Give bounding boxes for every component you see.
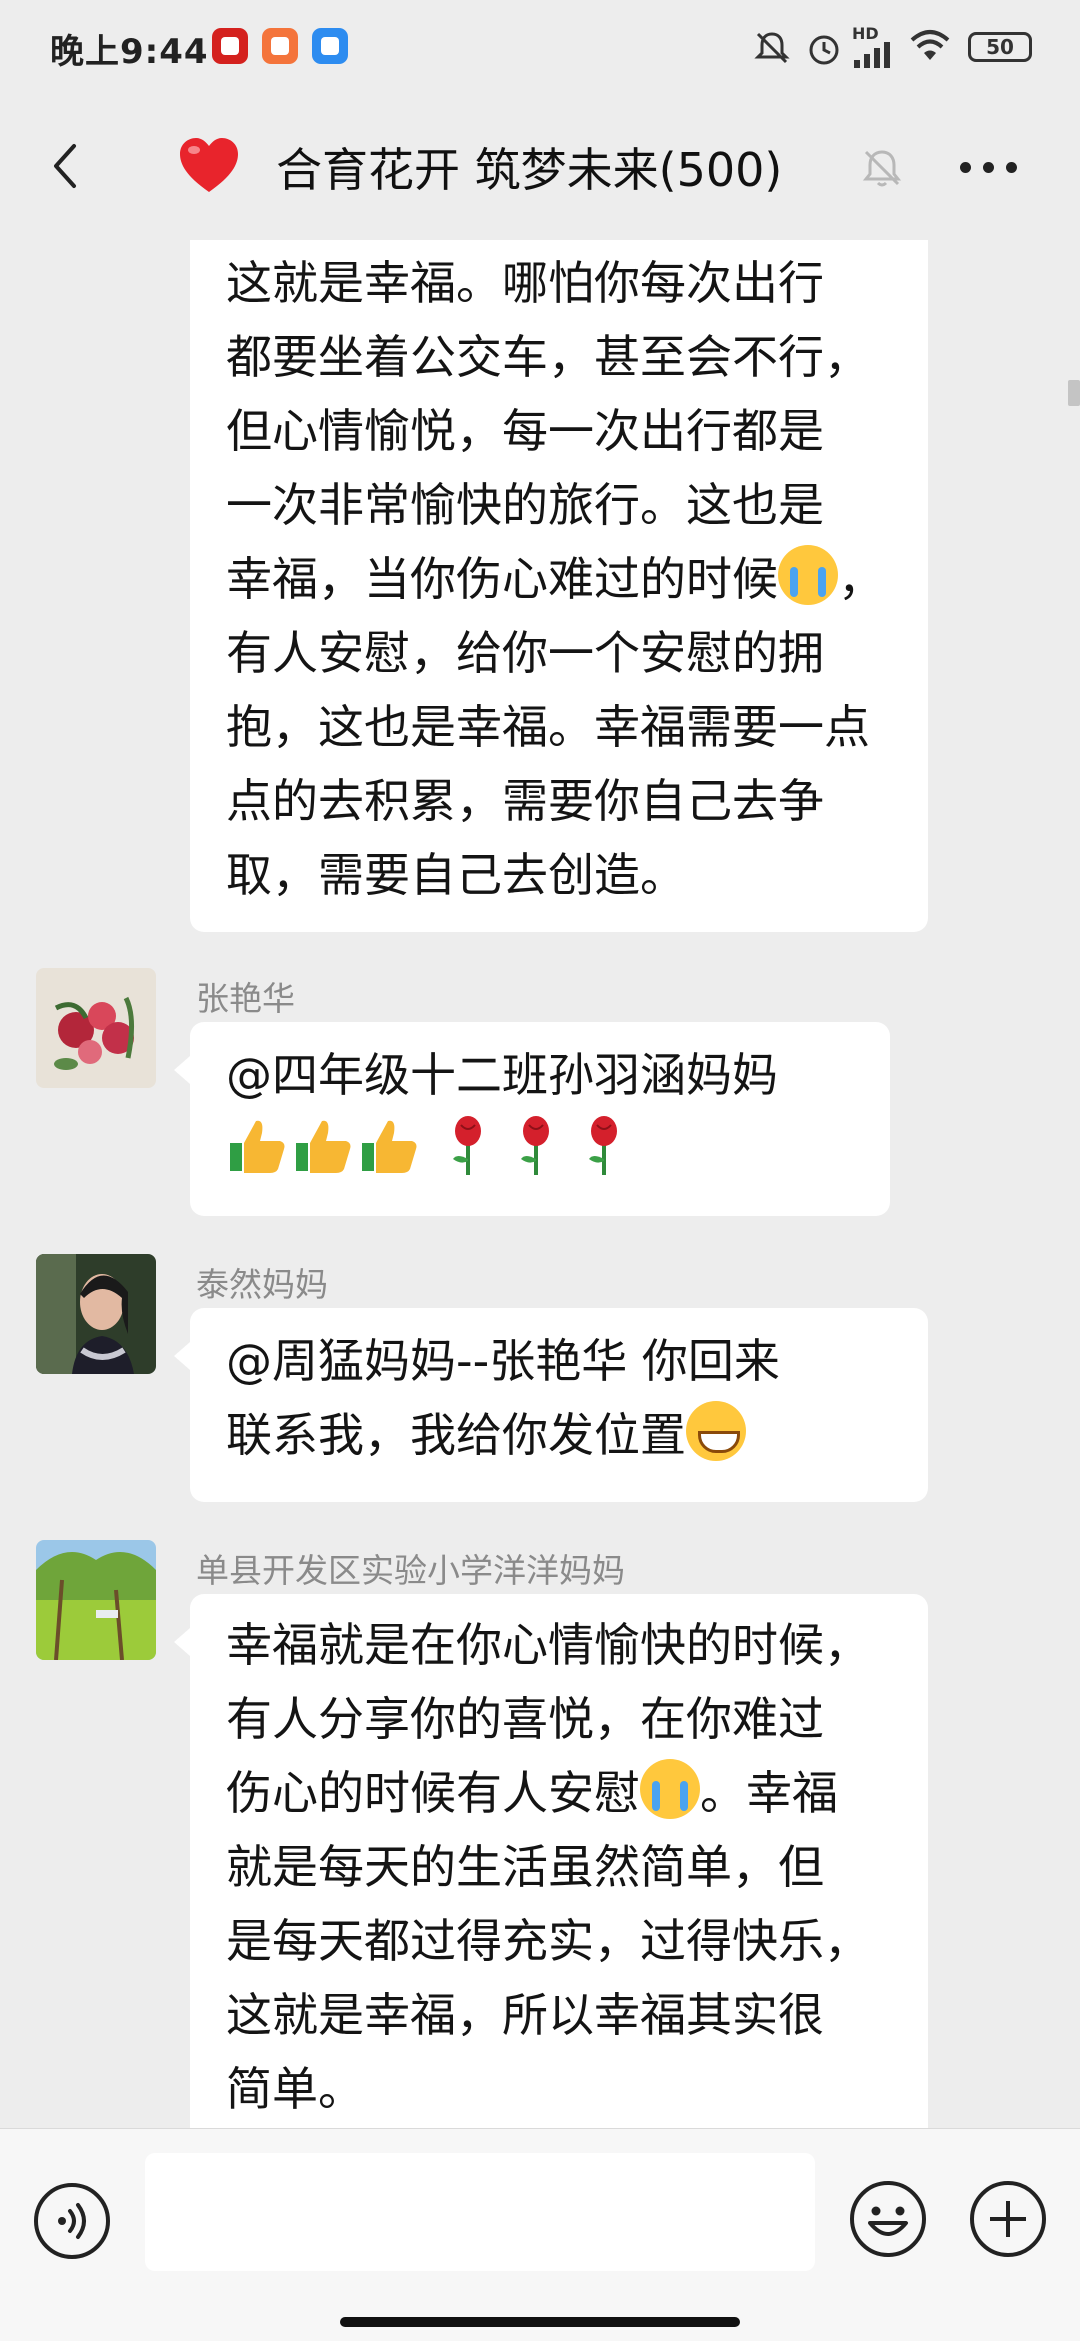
app-notification-icon <box>212 28 248 64</box>
status-time: 晚上9:44 <box>50 32 209 72</box>
bubble-tail <box>174 1056 190 1084</box>
message-line: 这就是幸福，所以幸福其实很 <box>226 1988 824 2042</box>
thumbs-up-icon <box>230 1120 285 1173</box>
back-icon[interactable] <box>38 136 98 196</box>
battery-level: 50 <box>986 35 1014 59</box>
avatar[interactable] <box>36 968 156 1088</box>
bubble-tail <box>174 1628 190 1656</box>
more-icon[interactable] <box>960 158 1030 178</box>
heart-icon <box>180 138 238 192</box>
message-line: 是每天都过得充实，过得快乐， <box>226 1914 870 1968</box>
app-notification-icon <box>312 28 348 64</box>
message-line: 点的去积累，需要你自己去争 <box>226 774 824 828</box>
battery-icon: 50 <box>968 32 1032 62</box>
sender-name: 单县开发区实验小学洋洋妈妈 <box>196 1551 625 1590</box>
message-line: @周猛妈妈--张艳华 你回来 <box>226 1334 780 1388</box>
thumbs-up-icon <box>362 1120 417 1173</box>
sender-name: 张艳华 <box>196 979 295 1018</box>
message-line: 幸福就是在你心情愉快的时候， <box>226 1618 870 1672</box>
message-line: 就是每天的生活虽然简单，但 <box>226 1840 824 1894</box>
chat-messages[interactable]: 这就是幸福。哪怕你每次出行 都要坐着公交车，甚至会不行， 但心情愉悦，每一次出行… <box>0 240 1080 2128</box>
home-indicator[interactable] <box>340 2317 740 2327</box>
avatar[interactable] <box>36 1254 156 1374</box>
app-notification-icon <box>262 28 298 64</box>
message-line: 一次非常愉快的旅行。这也是 <box>226 478 824 532</box>
message-line: 这就是幸福。哪怕你每次出行 <box>226 256 824 310</box>
sender-name: 泰然妈妈 <box>196 1265 328 1304</box>
message-input[interactable] <box>145 2153 815 2271</box>
message-bubble[interactable]: @周猛妈妈--张艳华 你回来 联系我，我给你发位置 <box>190 1308 928 1502</box>
status-bar: 晚上9:44 HD 50 <box>0 0 1080 96</box>
message-line: 联系我，我给你发位置 <box>226 1398 892 1472</box>
emoji-row <box>226 1112 854 1186</box>
scrollbar[interactable] <box>1068 380 1080 406</box>
avatar[interactable] <box>36 1540 156 1660</box>
message-bubble[interactable]: 这就是幸福。哪怕你每次出行 都要坐着公交车，甚至会不行， 但心情愉悦，每一次出行… <box>190 240 928 932</box>
chat-header: 合育花开 筑梦未来(500) <box>0 96 1080 240</box>
mute-icon <box>754 32 790 64</box>
alarm-icon <box>809 35 839 65</box>
thumbs-up-icon <box>296 1120 351 1173</box>
crying-emoji-icon <box>778 545 838 605</box>
message-line: 取，需要自己去创造。 <box>226 848 686 902</box>
message-line: 幸福，当你伤心难过的时候， <box>226 542 892 616</box>
signal-icon <box>854 42 890 68</box>
rose-icon <box>452 1116 481 1175</box>
message-line: 伤心的时候有人安慰 。幸福 <box>226 1756 892 1830</box>
message-bubble[interactable]: 幸福就是在你心情愉快的时候， 有人分享你的喜悦，在你难过 伤心的时候有人安慰 。幸… <box>190 1594 928 2128</box>
message-line: @四年级十二班孙羽涵妈妈 <box>226 1048 778 1102</box>
bubble-tail <box>174 1342 190 1370</box>
grinning-emoji-icon <box>686 1401 746 1461</box>
message-line: 抱，这也是幸福。幸福需要一点 <box>226 700 870 754</box>
crying-emoji-icon <box>640 1759 700 1819</box>
message-line: 简单。 <box>226 2062 364 2116</box>
plus-icon[interactable] <box>968 2179 1048 2259</box>
message-bubble[interactable]: @四年级十二班孙羽涵妈妈 <box>190 1022 890 1216</box>
wifi-icon <box>910 30 950 60</box>
rose-icon <box>520 1116 549 1175</box>
emoji-icon[interactable] <box>848 2179 928 2259</box>
message-line: 有人分享你的喜悦，在你难过 <box>226 1692 824 1746</box>
input-bar <box>0 2128 1080 2341</box>
message-line: 有人安慰，给你一个安慰的拥 <box>226 626 824 680</box>
message-line: 都要坐着公交车，甚至会不行， <box>226 330 870 384</box>
mute-bell-icon <box>862 150 902 187</box>
message-line: 但心情愉悦，每一次出行都是 <box>226 404 824 458</box>
rose-icon <box>588 1116 617 1175</box>
chat-title: 合育花开 筑梦未来(500) <box>276 143 783 197</box>
voice-icon[interactable] <box>32 2181 112 2261</box>
